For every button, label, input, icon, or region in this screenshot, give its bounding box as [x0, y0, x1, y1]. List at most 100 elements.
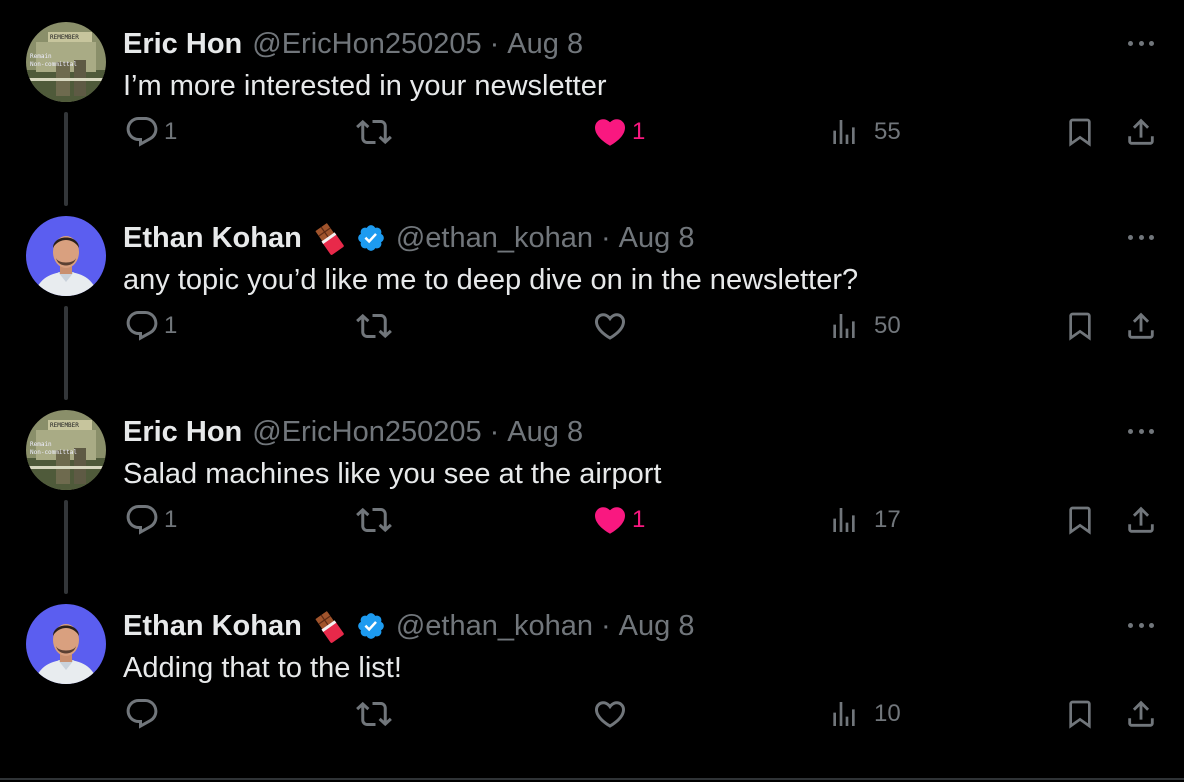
- svg-text:REMEMBER: REMEMBER: [50, 422, 79, 429]
- views-button[interactable]: 55: [828, 110, 901, 154]
- more-options-icon[interactable]: [1124, 32, 1158, 54]
- tweet-header: Ethan Kohan @ethan_kohan · Aug 8: [123, 606, 694, 646]
- avatar-ethan-kohan[interactable]: [26, 216, 106, 296]
- views-chart-icon: [833, 120, 855, 144]
- views-count: 55: [874, 118, 901, 145]
- timestamp[interactable]: Aug 8: [619, 218, 695, 258]
- retweet-icon: [356, 119, 392, 145]
- heart-filled-icon: [594, 507, 626, 534]
- retweet-icon: [356, 507, 392, 533]
- heart-outline-icon: [594, 313, 626, 340]
- like-count: 1: [632, 506, 646, 533]
- like-button[interactable]: [592, 304, 632, 348]
- avatar-eric-hon[interactable]: REMEMBER Remain Non-committal: [26, 22, 106, 102]
- reply-button[interactable]: 1: [124, 304, 177, 348]
- username-handle[interactable]: @ethan_kohan: [396, 606, 593, 646]
- more-options-icon[interactable]: [1124, 614, 1158, 636]
- display-name[interactable]: Eric Hon: [123, 24, 242, 64]
- verified-badge-icon[interactable]: [356, 223, 386, 253]
- tweet-text: any topic you’d like me to deep dive on …: [123, 264, 859, 296]
- separator-dot: ·: [489, 416, 500, 448]
- username-handle[interactable]: @EricHon250205: [252, 412, 481, 452]
- reply-icon: [126, 505, 158, 535]
- tweet-header: Eric Hon @EricHon250205 · Aug 8: [123, 24, 583, 64]
- bookmark-button[interactable]: [1064, 498, 1096, 542]
- views-count: 50: [874, 312, 901, 339]
- svg-text:REMEMBER: REMEMBER: [50, 34, 79, 41]
- views-chart-icon: [833, 702, 855, 726]
- bookmark-button[interactable]: [1064, 692, 1096, 736]
- views-chart-icon: [833, 508, 855, 532]
- share-button[interactable]: [1124, 110, 1158, 154]
- retweet-button[interactable]: [356, 692, 396, 736]
- tweet-actions: 10: [0, 692, 1184, 736]
- views-chart-icon: [833, 314, 855, 338]
- display-name[interactable]: Ethan Kohan: [123, 606, 302, 646]
- bookmark-icon: [1069, 118, 1091, 147]
- share-button[interactable]: [1124, 692, 1158, 736]
- display-name[interactable]: Eric Hon: [123, 412, 242, 452]
- like-button[interactable]: [592, 692, 632, 736]
- svg-text:Remain: Remain: [30, 441, 52, 448]
- like-button[interactable]: 1: [592, 498, 645, 542]
- reply-button[interactable]: 1: [124, 498, 177, 542]
- svg-text:Remain: Remain: [30, 53, 52, 60]
- timestamp[interactable]: Aug 8: [619, 606, 695, 646]
- more-options-icon[interactable]: [1124, 226, 1158, 248]
- tweet-text: Adding that to the list!: [123, 652, 402, 684]
- heart-outline-icon: [594, 701, 626, 728]
- share-icon: [1128, 312, 1154, 339]
- retweet-button[interactable]: [356, 498, 396, 542]
- retweet-button[interactable]: [356, 110, 396, 154]
- bookmark-button[interactable]: [1064, 110, 1096, 154]
- bookmark-icon: [1069, 506, 1091, 535]
- views-count: 10: [874, 700, 901, 727]
- timestamp[interactable]: Aug 8: [507, 24, 583, 64]
- views-button[interactable]: 10: [828, 692, 901, 736]
- display-name[interactable]: Ethan Kohan: [123, 218, 302, 258]
- reply-count: 1: [164, 118, 178, 145]
- tweet-actions: 1 50: [0, 304, 1184, 348]
- verified-badge-icon[interactable]: [356, 611, 386, 641]
- timestamp[interactable]: Aug 8: [507, 412, 583, 452]
- username-handle[interactable]: @ethan_kohan: [396, 218, 593, 258]
- share-icon: [1128, 506, 1154, 533]
- retweet-button[interactable]: [356, 304, 396, 348]
- username-handle[interactable]: @EricHon250205: [252, 24, 481, 64]
- reply-button[interactable]: 1: [124, 110, 177, 154]
- reply-button[interactable]: [124, 692, 164, 736]
- views-button[interactable]: 17: [828, 498, 901, 542]
- chocolate-bar-icon: [312, 220, 348, 256]
- tweet[interactable]: REMEMBER Remain Non-committal Eric Hon @…: [0, 388, 1184, 594]
- bookmark-icon: [1069, 312, 1091, 341]
- bottom-divider: [0, 778, 1184, 780]
- tweet-actions: 1 1 55: [0, 110, 1184, 154]
- avatar-ethan-kohan[interactable]: [26, 604, 106, 684]
- tweet-text: I’m more interested in your newsletter: [123, 70, 607, 102]
- bookmark-button[interactable]: [1064, 304, 1096, 348]
- reply-icon: [126, 699, 158, 729]
- bookmark-icon: [1069, 700, 1091, 729]
- views-button[interactable]: 50: [828, 304, 901, 348]
- share-icon: [1128, 118, 1154, 145]
- more-options-icon[interactable]: [1124, 420, 1158, 442]
- share-button[interactable]: [1124, 498, 1158, 542]
- tweet[interactable]: Ethan Kohan @ethan_kohan · Aug 8 Adding …: [0, 582, 1184, 776]
- reply-count: 1: [164, 506, 178, 533]
- tweet-actions: 1 1 17: [0, 498, 1184, 542]
- views-count: 17: [874, 506, 901, 533]
- like-button[interactable]: 1: [592, 110, 645, 154]
- separator-dot: ·: [489, 28, 500, 60]
- reply-icon: [126, 311, 158, 341]
- tweet[interactable]: Ethan Kohan @ethan_kohan · Aug 8 any top…: [0, 194, 1184, 400]
- tweet[interactable]: REMEMBER Remain Non-committal Eric Hon @…: [0, 0, 1184, 206]
- tweet-header: Ethan Kohan @ethan_kohan · Aug 8: [123, 218, 694, 258]
- separator-dot: ·: [601, 222, 611, 254]
- svg-text:Non-committal: Non-committal: [30, 61, 77, 68]
- chocolate-bar-icon: [312, 608, 348, 644]
- reply-count: 1: [164, 312, 178, 339]
- separator-dot: ·: [601, 610, 611, 642]
- avatar-eric-hon[interactable]: REMEMBER Remain Non-committal: [26, 410, 106, 490]
- tweet-text: Salad machines like you see at the airpo…: [123, 458, 662, 490]
- share-button[interactable]: [1124, 304, 1158, 348]
